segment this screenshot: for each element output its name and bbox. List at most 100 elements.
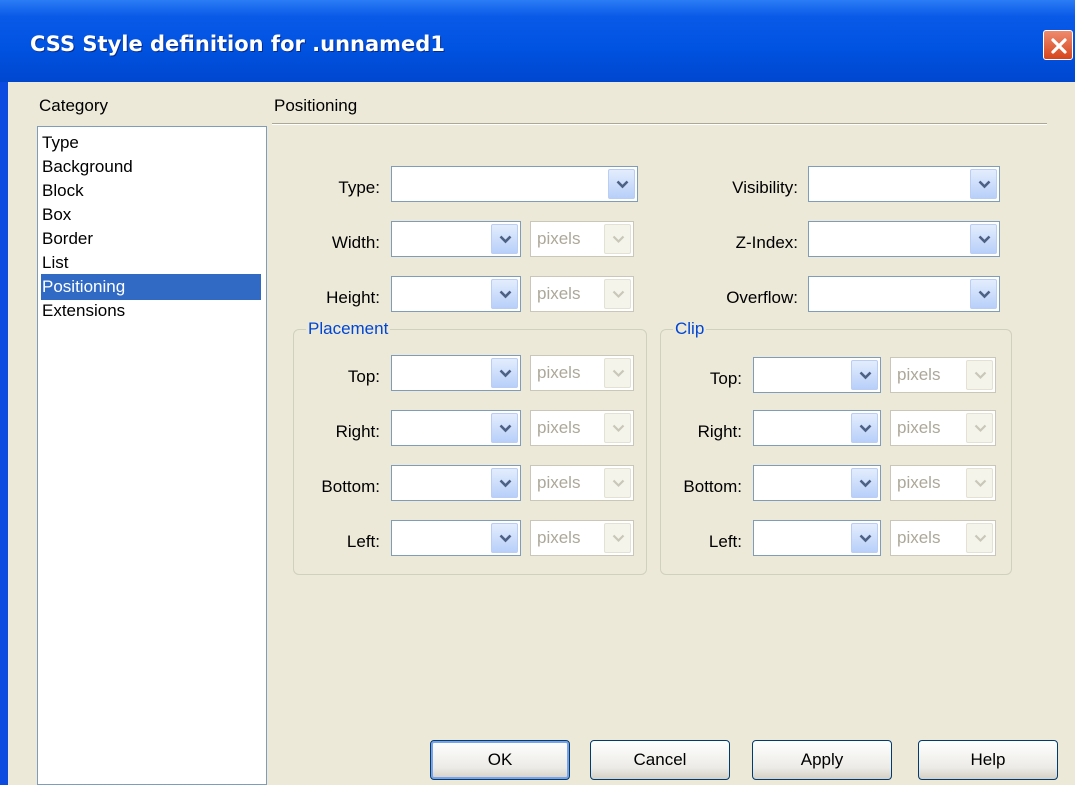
- category-label: Category: [39, 96, 108, 115]
- zindex-dropdown-button[interactable]: [970, 224, 997, 254]
- category-item-positioning[interactable]: Positioning: [41, 274, 261, 300]
- cancel-button[interactable]: Cancel: [590, 740, 730, 780]
- visibility-select[interactable]: [808, 166, 1000, 202]
- clip-right-select[interactable]: [753, 410, 881, 446]
- visibility-dropdown-button[interactable]: [970, 169, 997, 199]
- clip-left-dropdown-button[interactable]: [851, 523, 878, 553]
- type-select[interactable]: [391, 166, 638, 202]
- chevron-down-icon: [499, 534, 512, 543]
- zindex-label: Z-Index:: [735, 233, 798, 252]
- zindex-select[interactable]: [808, 221, 1000, 257]
- placement-right-dropdown-button[interactable]: [491, 413, 518, 443]
- overflow-dropdown-button[interactable]: [970, 279, 997, 309]
- chevron-down-icon: [499, 369, 512, 378]
- placement-top-unit-select: pixels: [530, 355, 634, 391]
- dialog-body: Category Type Background Block Box Borde…: [8, 82, 1075, 785]
- chevron-down-icon: [974, 534, 987, 543]
- clip-bottom-select[interactable]: [753, 465, 881, 501]
- placement-right-unit-select: pixels: [530, 410, 634, 446]
- chevron-down-icon: [859, 424, 872, 433]
- height-unit-dropdown-button: [604, 279, 631, 309]
- chevron-down-icon: [974, 424, 987, 433]
- chevron-down-icon: [612, 424, 625, 433]
- placement-right-label: Right:: [335, 422, 380, 441]
- width-unit-select: pixels: [530, 221, 634, 257]
- clip-right-unit-dropdown-button: [966, 413, 993, 443]
- height-unit-select: pixels: [530, 276, 634, 312]
- close-button[interactable]: [1043, 30, 1073, 60]
- clip-bottom-unit-dropdown-button: [966, 468, 993, 498]
- window-title: CSS Style definition for .unnamed1: [30, 32, 445, 56]
- placement-top-select[interactable]: [391, 355, 521, 391]
- clip-left-unit-select: pixels: [890, 520, 996, 556]
- height-dropdown-button[interactable]: [491, 279, 518, 309]
- category-item-type[interactable]: Type: [41, 130, 261, 156]
- chevron-down-icon: [859, 479, 872, 488]
- clip-left-select[interactable]: [753, 520, 881, 556]
- clip-right-dropdown-button[interactable]: [851, 413, 878, 443]
- clip-right-label: Right:: [697, 422, 742, 441]
- help-button[interactable]: Help: [918, 740, 1058, 780]
- placement-top-dropdown-button[interactable]: [491, 358, 518, 388]
- type-label: Type:: [338, 178, 380, 197]
- placement-right-unit-dropdown-button: [604, 413, 631, 443]
- placement-bottom-select[interactable]: [391, 465, 521, 501]
- category-item-extensions[interactable]: Extensions: [41, 298, 261, 324]
- placement-bottom-label: Bottom:: [321, 477, 380, 496]
- category-item-border[interactable]: Border: [41, 226, 261, 252]
- chevron-down-icon: [616, 180, 629, 189]
- clip-bottom-dropdown-button[interactable]: [851, 468, 878, 498]
- placement-left-select[interactable]: [391, 520, 521, 556]
- width-dropdown-button[interactable]: [491, 224, 518, 254]
- clip-left-label: Left:: [708, 532, 742, 551]
- placement-top-unit-dropdown-button: [604, 358, 631, 388]
- overflow-select[interactable]: [808, 276, 1000, 312]
- category-item-box[interactable]: Box: [41, 202, 261, 228]
- clip-bottom-unit-select: pixels: [890, 465, 996, 501]
- category-item-block[interactable]: Block: [41, 178, 261, 204]
- clip-top-unit-select: pixels: [890, 357, 996, 393]
- overflow-label: Overflow:: [726, 288, 798, 307]
- category-list[interactable]: Type Background Block Box Border List Po…: [37, 126, 267, 785]
- clip-right-unit-select: pixels: [890, 410, 996, 446]
- chevron-down-icon: [612, 369, 625, 378]
- width-unit-dropdown-button: [604, 224, 631, 254]
- category-item-list[interactable]: List: [41, 250, 261, 276]
- chevron-down-icon: [978, 180, 991, 189]
- placement-top-label: Top:: [347, 367, 380, 386]
- clip-legend: Clip: [675, 319, 705, 338]
- placement-left-label: Left:: [346, 532, 380, 551]
- chevron-down-icon: [499, 290, 512, 299]
- placement-left-unit-select: pixels: [530, 520, 634, 556]
- placement-bottom-unit-dropdown-button: [604, 468, 631, 498]
- clip-top-select[interactable]: [753, 357, 881, 393]
- placement-left-dropdown-button[interactable]: [491, 523, 518, 553]
- apply-button[interactable]: Apply: [752, 740, 892, 780]
- placement-right-select[interactable]: [391, 410, 521, 446]
- clip-bottom-label: Bottom:: [683, 477, 742, 496]
- chevron-down-icon: [612, 534, 625, 543]
- title-bar[interactable]: CSS Style definition for .unnamed1: [0, 0, 1075, 82]
- width-select[interactable]: [391, 221, 521, 257]
- clip-top-label: Top:: [709, 369, 742, 388]
- clip-left-unit-dropdown-button: [966, 523, 993, 553]
- placement-bottom-dropdown-button[interactable]: [491, 468, 518, 498]
- chevron-down-icon: [859, 371, 872, 380]
- width-label: Width:: [331, 233, 380, 252]
- chevron-down-icon: [499, 479, 512, 488]
- category-item-background[interactable]: Background: [41, 154, 261, 180]
- clip-top-dropdown-button[interactable]: [851, 360, 878, 390]
- height-select[interactable]: [391, 276, 521, 312]
- visibility-label: Visibility:: [732, 178, 798, 197]
- type-dropdown-button[interactable]: [608, 169, 635, 199]
- chevron-down-icon: [612, 235, 625, 244]
- chevron-down-icon: [612, 479, 625, 488]
- chevron-down-icon: [499, 424, 512, 433]
- close-icon: [1051, 38, 1067, 54]
- chevron-down-icon: [859, 534, 872, 543]
- panel-divider: [272, 123, 1047, 125]
- chevron-down-icon: [978, 290, 991, 299]
- chevron-down-icon: [978, 235, 991, 244]
- height-label: Height:: [326, 288, 380, 307]
- ok-button[interactable]: OK: [430, 740, 570, 780]
